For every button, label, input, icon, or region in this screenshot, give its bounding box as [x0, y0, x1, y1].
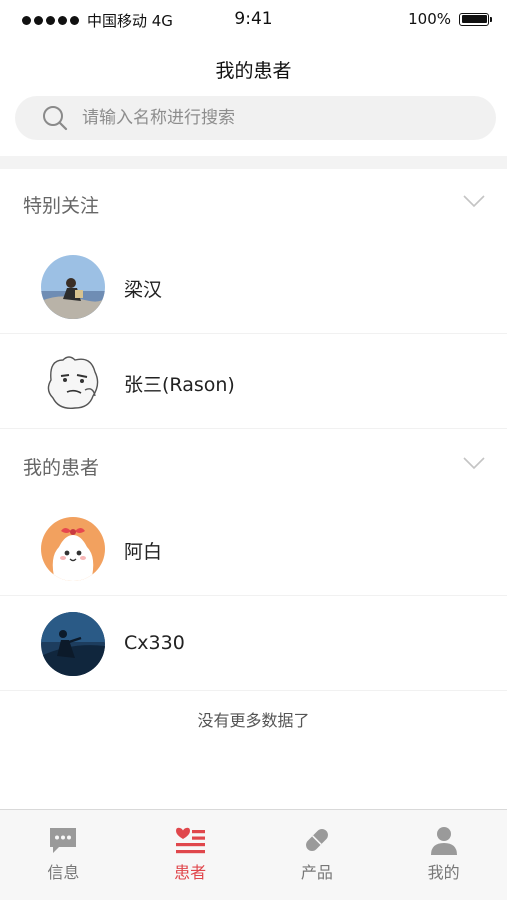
user-icon [428, 824, 460, 856]
chat-icon [47, 824, 79, 856]
patient-name: 阿白 [124, 541, 163, 563]
search-bar[interactable] [15, 96, 496, 140]
tab-label: 产品 [300, 863, 333, 882]
tab-products[interactable]: 产品 [254, 810, 381, 900]
patient-row[interactable]: Cx330 [0, 596, 507, 691]
patient-name: 张三(Rason) [124, 374, 235, 396]
status-bar: 中国移动 4G 9:41 100% [0, 0, 507, 40]
patient-row[interactable]: 梁汉 [0, 239, 507, 334]
patient-row[interactable]: 阿白 [0, 501, 507, 596]
chevron-down-icon[interactable] [463, 193, 485, 212]
avatar [41, 612, 105, 676]
patient-name: Cx330 [124, 632, 185, 654]
tab-bar: 信息 患者 产品 我的 [0, 809, 507, 900]
avatar [41, 350, 105, 414]
tab-label: 患者 [174, 863, 207, 882]
pill-icon [301, 824, 333, 856]
tab-mine[interactable]: 我的 [380, 810, 507, 900]
patient-list-icon [174, 824, 206, 856]
search-input[interactable] [82, 108, 462, 128]
section-title: 我的患者 [23, 457, 100, 479]
battery-percent: 100% [408, 10, 451, 28]
tab-messages[interactable]: 信息 [0, 810, 127, 900]
battery-icon [459, 12, 492, 26]
tab-label: 信息 [47, 863, 80, 882]
battery-info: 100% [408, 10, 492, 28]
tab-patients[interactable]: 患者 [127, 810, 254, 900]
section-header-my-patients[interactable]: 我的患者 [0, 431, 507, 501]
search-icon [42, 105, 68, 131]
section-title: 特别关注 [23, 195, 100, 217]
avatar [41, 255, 105, 319]
patient-row[interactable]: 张三(Rason) [0, 334, 507, 429]
chevron-down-icon[interactable] [463, 455, 485, 474]
patient-name: 梁汉 [124, 279, 163, 301]
tab-label: 我的 [427, 863, 460, 882]
avatar [41, 517, 105, 581]
section-divider [0, 156, 507, 169]
no-more-data-label: 没有更多数据了 [197, 711, 310, 730]
page-title: 我的患者 [215, 60, 292, 82]
section-header-special-attention[interactable]: 特别关注 [0, 169, 507, 239]
